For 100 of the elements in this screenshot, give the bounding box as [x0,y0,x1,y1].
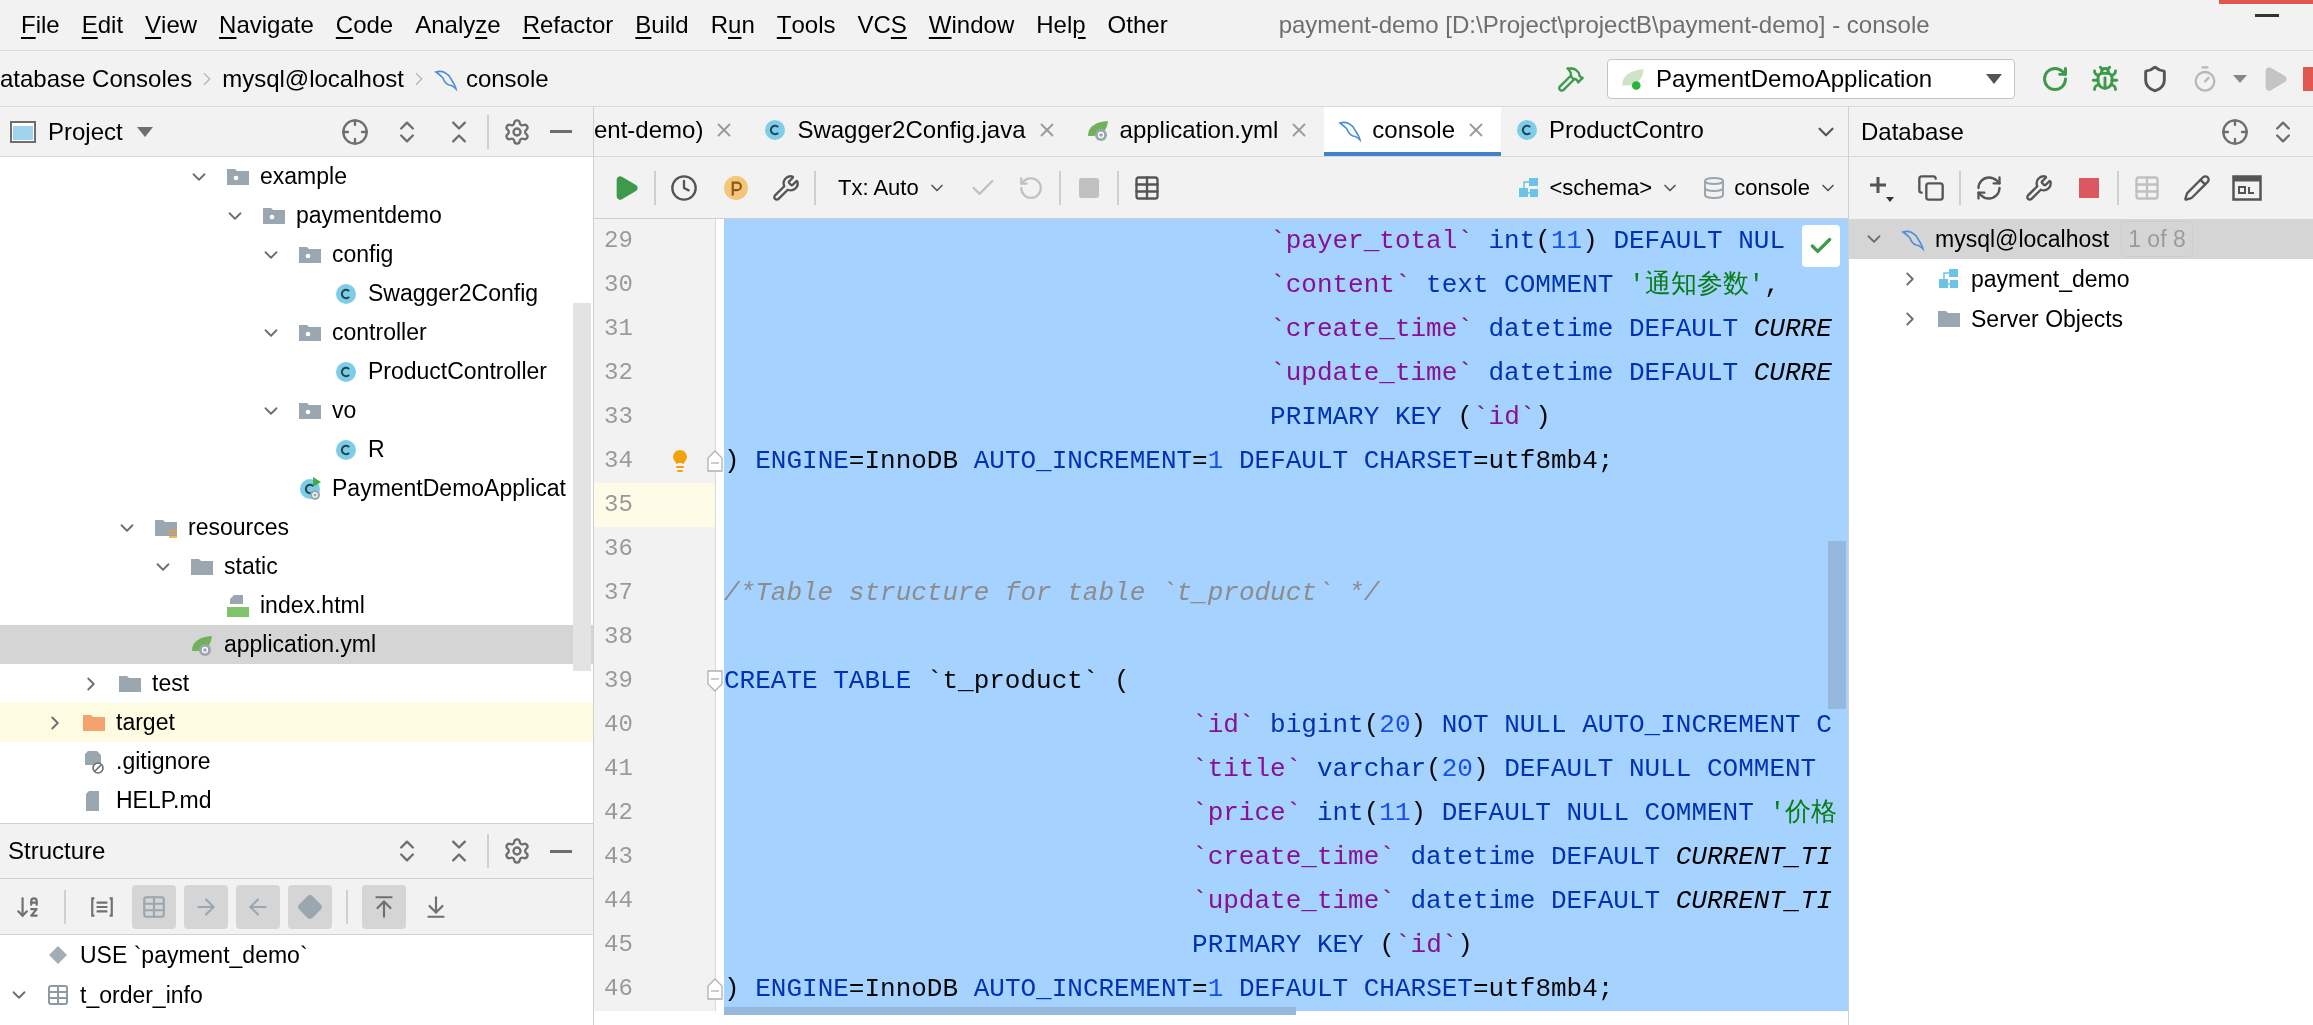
tree-item[interactable]: ProductController [0,352,593,391]
menu-item[interactable]: VCS [846,0,918,50]
line-number: 29 [604,226,633,256]
line-number: 36 [604,534,633,564]
tree-item[interactable]: HELP.md [0,781,593,820]
breadcrumb[interactable]: atabase Consoles [0,60,193,97]
menu-item[interactable]: Run [699,0,766,50]
line-number: 30 [604,270,633,300]
tree-item[interactable]: target [0,703,593,742]
database-icon [1702,175,1727,200]
panel-title: Structure [8,836,106,866]
menu-item[interactable]: View [134,0,209,50]
menu-item[interactable]: Window [917,0,1026,50]
menu-item[interactable]: File [10,0,71,50]
tree-item[interactable]: example [0,157,593,196]
tree-item[interactable]: Server Objects [1849,299,2313,339]
tree-item[interactable]: vo [0,391,593,430]
menu-item[interactable]: Build [624,0,700,50]
tree-item[interactable]: mysql@localhost 1 of 8 [1849,219,2313,259]
stop-icon[interactable] [2303,66,2313,91]
tree-item[interactable]: R [0,430,593,469]
tree-item[interactable]: application.yml [0,625,593,664]
code-line: `price` int(11) DEFAULT NULL COMMENT '价格 [1192,796,1837,830]
line-number: 41 [604,754,633,784]
menu-item[interactable]: Code [324,0,405,50]
menu-item[interactable]: Other [1096,0,1179,50]
count-badge: 1 of 8 [2121,220,2193,258]
tree-item[interactable]: .gitignore [0,742,593,781]
shield-icon [2141,64,2169,93]
menu-item[interactable]: Tools [765,0,847,50]
tree-item[interactable]: payment_demo [1849,259,2313,299]
editor-tab[interactable]: console [1324,107,1501,156]
run-configuration-dropdown[interactable]: PaymentDemoApplication [1607,58,2015,99]
menu-item[interactable]: Refactor [511,0,625,50]
tree-item[interactable]: controller [0,313,593,352]
pencil-icon [2183,174,2211,202]
line-number: 31 [604,314,633,344]
view-dropdown[interactable]: Project [48,113,153,150]
tree-item[interactable]: Swagger2Config [0,274,593,313]
minimize-icon [550,849,572,853]
editor-tab[interactable]: Swagger2Config.java [749,107,1072,156]
tree-item[interactable]: config [0,235,593,274]
code-line: `update_time` datetime DEFAULT CURRENT_TI [1192,884,1832,918]
code-line: `content` text COMMENT '通知参数', [1270,268,1780,302]
tree-item[interactable]: USE `payment_demo` [0,935,593,975]
hammer-icon[interactable] [1557,64,1585,93]
menu-item[interactable]: Edit [70,0,135,50]
code-line: PRIMARY KEY (`id`) [1192,928,1473,962]
menu-item[interactable]: Help [1025,0,1097,50]
tree-item[interactable]: PaymentDemoApplicat [0,469,593,508]
breadcrumb[interactable]: mysql@localhost [222,60,404,97]
line-number: 32 [604,358,633,388]
diamond-icon [297,893,323,920]
stop-icon [1076,175,1101,200]
code-line: `id` bigint(20) NOT NULL AUTO_INCREMENT C [1192,708,1832,742]
rerun-icon [2041,64,2069,93]
settings-icon [503,837,531,865]
tree-item[interactable]: resources [0,508,593,547]
wrench-icon [772,173,800,202]
tree-item[interactable]: t_order_info [0,975,593,1015]
table-icon [1132,173,1161,202]
schema-dropdown[interactable]: <schema> [1517,171,1681,204]
tree-item[interactable]: paymentdemo [0,196,593,235]
breadcrumb[interactable]: console [465,60,549,97]
line-number: 43 [604,842,633,872]
copy-icon [1917,174,1945,202]
transaction-dropdown[interactable]: Tx: Auto [838,171,947,204]
line-number: 45 [604,930,633,960]
editor-tab[interactable]: application.yml [1071,107,1325,156]
code-line: `title` varchar(20) DEFAULT NULL COMMENT [1192,752,1817,786]
line-number: 39 [604,666,633,696]
panel-title: Database [1861,116,1964,147]
stop-icon [2079,178,2099,198]
tree-item[interactable]: index.html [0,586,593,625]
caret-icon [136,126,153,137]
inspection-check[interactable] [1802,225,1840,267]
console-icon [2232,175,2262,201]
caret-icon[interactable] [2233,74,2247,83]
session-dropdown[interactable]: console [1702,171,1838,204]
scrollbar[interactable] [724,1007,1296,1015]
refresh-icon [1975,174,2003,202]
tree-item[interactable]: test [0,664,593,703]
line-number: 40 [604,710,633,740]
code-line: `update_time` datetime DEFAULT CURRE [1270,356,1832,390]
menu-item[interactable]: Navigate [208,0,325,50]
class-icon [1515,117,1539,142]
scrollbar[interactable] [573,303,591,671]
line-number: 38 [604,622,633,652]
editor-tab[interactable]: ent-demo) [594,107,750,156]
class-icon [763,117,788,142]
scroll-from-button[interactable] [362,884,406,929]
html-file-icon [226,593,250,618]
editor-tab[interactable]: ProductContro [1501,107,1718,156]
tree-item[interactable]: static [0,547,593,586]
menu-item[interactable]: Analyze [404,0,512,50]
line-number: 42 [604,798,633,828]
line-number: 37 [604,578,633,608]
scrollbar[interactable] [1828,541,1846,709]
line-number: 46 [604,974,633,1004]
window-icon [10,120,36,143]
